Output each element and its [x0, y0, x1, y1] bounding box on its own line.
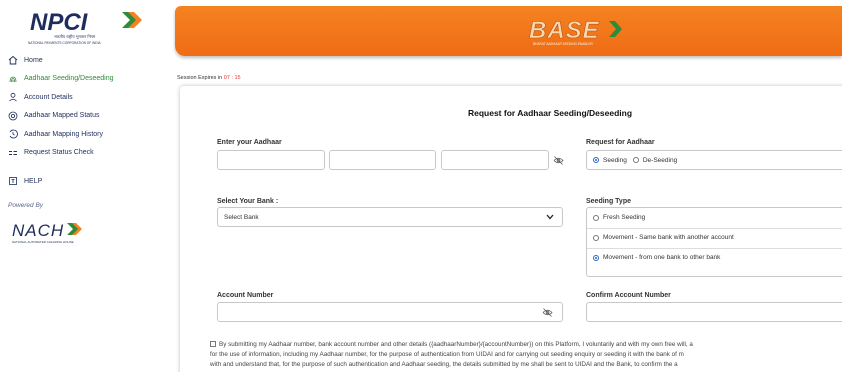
request-radio-group: Seeding De-Seeding	[586, 150, 842, 170]
sidebar-item-label: Request Status Check	[24, 149, 94, 157]
npci-tagline-hi: भारतीय राष्ट्रीय भुगतान निगम	[54, 34, 96, 40]
npci-logo: NPCI भारतीय राष्ट्रीय भुगतान निगम NATION…	[28, 9, 142, 45]
account-number-label: Account Number	[217, 292, 274, 299]
divider	[587, 248, 842, 249]
bank-select[interactable]: Select Bank	[217, 207, 563, 227]
aadhaar-input-1[interactable]	[217, 150, 325, 170]
eye-off-icon[interactable]	[542, 308, 553, 317]
radio-indicator	[593, 254, 599, 261]
aadhaar-input-3[interactable]	[441, 150, 549, 170]
request-label: Request for Aadhaar	[586, 139, 655, 146]
account-number-input[interactable]	[217, 302, 563, 322]
confirm-account-label: Confirm Account Number	[586, 292, 671, 299]
sidebar-item-account-details[interactable]: Account Details	[0, 88, 172, 107]
sidebar-item-mapped-status[interactable]: Aadhaar Mapped Status	[0, 107, 172, 126]
account-icon	[8, 92, 18, 102]
status-icon	[8, 111, 18, 121]
sidebar-item-help[interactable]: HELP	[0, 172, 172, 191]
sidebar-item-label: Account Details	[24, 93, 73, 101]
sidebar-item-label: Home	[24, 56, 43, 64]
base-logo: BASE BHARAT AADHAAR SEEDING ENABLER	[529, 17, 622, 46]
divider	[587, 228, 842, 229]
eye-off-icon[interactable]	[553, 156, 564, 165]
seeding-type-label: Seeding Type	[586, 198, 631, 205]
confirm-account-input[interactable]	[586, 302, 842, 322]
radio-indicator	[593, 214, 599, 221]
sidebar-item-label: Aadhaar Seeding/Deseeding	[24, 75, 114, 83]
aadhaar-label: Enter your Aadhaar	[217, 139, 282, 146]
sidebar-item-home[interactable]: Home	[0, 51, 172, 70]
sidebar-item-mapping-history[interactable]: Aadhaar Mapping History	[0, 125, 172, 144]
seeding-type-same-bank-label: Movement - Same bank with another accoun…	[603, 234, 734, 241]
history-icon	[8, 129, 18, 139]
seeding-type-other-bank-label: Movement - from one bank to other bank	[603, 254, 721, 261]
radio-deseeding[interactable]: De-Seeding	[632, 156, 678, 164]
session-timer: Session Expires in 07 : 15	[177, 75, 241, 81]
home-icon	[8, 55, 18, 65]
list-icon	[8, 148, 18, 158]
consent-checkbox[interactable]	[210, 341, 216, 347]
radio-deseeding-label: De-Seeding	[642, 156, 678, 164]
bank-select-value: Select Bank	[224, 213, 259, 221]
sidebar: NPCI भारतीय राष्ट्रीय भुगतान निगम NATION…	[0, 0, 172, 372]
sidebar-item-label: Aadhaar Mapping History	[24, 130, 103, 138]
npci-logo-text: NPCI	[30, 9, 89, 36]
consent-line-2: for the use of information, including my…	[210, 351, 684, 358]
sidebar-item-label: HELP	[24, 177, 43, 185]
seeding-type-fresh-label: Fresh Seeding	[603, 214, 646, 221]
sidebar-item-aadhaar-seeding[interactable]: Aadhaar Seeding/Deseeding	[0, 70, 172, 89]
help-icon	[8, 176, 18, 186]
session-label: Session Expires in	[177, 75, 223, 81]
base-tagline: BHARAT AADHAAR SEEDING ENABLER	[533, 42, 593, 46]
form-title: Request for Aadhaar Seeding/Deseeding	[467, 108, 633, 118]
radio-seeding-label: Seeding	[603, 156, 627, 164]
seeding-type-group: Fresh Seeding Movement - Same bank with …	[586, 207, 842, 277]
sidebar-item-label: Aadhaar Mapped Status	[24, 112, 100, 120]
radio-indicator	[593, 234, 599, 241]
base-logo-text: BASE	[529, 17, 600, 44]
consent-text: By submitting my Aadhaar number, bank ac…	[210, 340, 842, 370]
seeding-form-card: Request for Aadhaar Seeding/Deseeding En…	[180, 86, 842, 372]
nach-logo-text: NACH	[12, 221, 64, 240]
npci-tagline-en: NATIONAL PAYMENTS CORPORATION OF INDIA	[28, 41, 101, 45]
header-banner: BASE BHARAT AADHAAR SEEDING ENABLER	[175, 6, 842, 56]
seeding-type-other-bank[interactable]: Movement - from one bank to other bank	[593, 254, 720, 261]
radio-deseeding-indicator	[632, 157, 639, 163]
consent-line-3: with and understand that, for the purpos…	[210, 361, 678, 368]
consent-line-1: By submitting my Aadhaar number, bank ac…	[219, 341, 693, 348]
radio-seeding-indicator	[593, 157, 599, 163]
aadhaar-input-2[interactable]	[329, 150, 436, 170]
nach-tagline: NATIONAL AUTOMATED CLEARING HOUSE	[12, 240, 74, 244]
sidebar-item-request-status[interactable]: Request Status Check	[0, 144, 172, 163]
session-time: 07 : 15	[223, 75, 241, 81]
chevron-down-icon	[546, 214, 554, 220]
sidebar-nav: Home Aadhaar Seeding/Deseeding Account D…	[0, 51, 172, 162]
seeding-type-same-bank[interactable]: Movement - Same bank with another accoun…	[593, 234, 734, 241]
fingerprint-icon	[8, 74, 18, 84]
seeding-type-fresh[interactable]: Fresh Seeding	[593, 214, 645, 221]
radio-seeding[interactable]: Seeding	[593, 157, 627, 164]
powered-by-label: Powered By	[8, 202, 44, 209]
nach-logo: NACH NATIONAL AUTOMATED CLEARING HOUSE	[12, 221, 82, 244]
bank-label: Select Your Bank :	[217, 198, 279, 205]
